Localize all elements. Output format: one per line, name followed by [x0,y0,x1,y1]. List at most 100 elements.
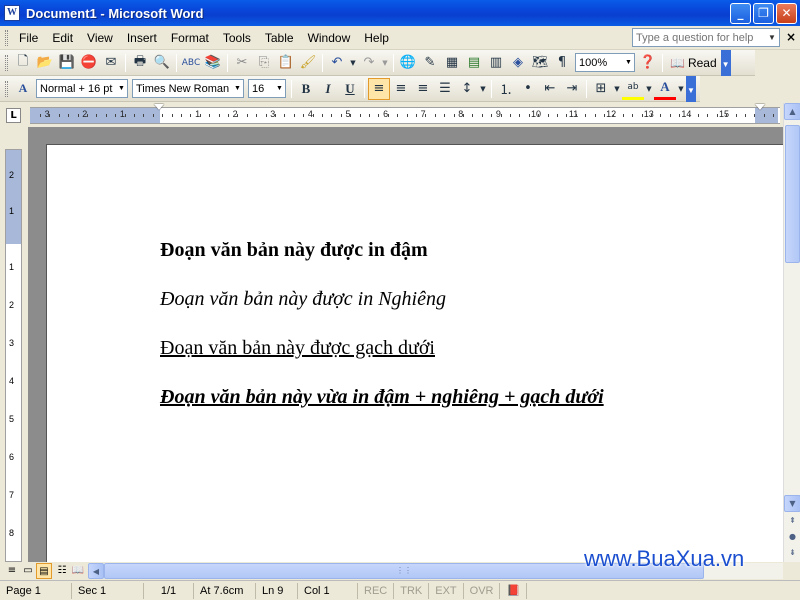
menu-insert[interactable]: Insert [120,29,164,47]
document-map-icon[interactable]: 🗺 [529,52,551,74]
web-layout-view-icon[interactable]: ▭ [20,563,36,579]
menu-tools[interactable]: Tools [216,29,258,47]
toolbar-grip[interactable] [5,54,8,71]
line-spacing-icon[interactable]: ↕ [456,78,478,100]
help-search-box[interactable]: ▼ [632,28,780,47]
document-page[interactable]: Đoạn văn bản này được in đậm Đoạn văn bả… [46,144,783,562]
menu-window[interactable]: Window [301,29,358,47]
status-ovr[interactable]: OVR [464,582,501,599]
font-color-icon[interactable]: A [654,78,676,100]
chevron-down-icon[interactable]: ▼ [232,85,243,92]
chevron-down-icon[interactable]: ▼ [623,59,634,66]
help-search-input[interactable] [633,29,765,46]
read-button[interactable]: 📖 Read [666,56,721,70]
status-trk[interactable]: TRK [394,582,430,599]
columns-icon[interactable]: ▥ [485,52,507,74]
scroll-down-icon[interactable]: ▼ [784,495,800,512]
vertical-scrollbar[interactable]: ▲ ▼ ⇞ ● ⇟ [783,103,800,562]
line-spacing-dropdown-icon[interactable]: ▼ [478,78,488,100]
insert-excel-icon[interactable]: ▤ [463,52,485,74]
select-browse-object-icon[interactable]: ● [784,529,800,546]
permission-icon[interactable]: ⛔ [78,52,100,74]
email-icon[interactable]: ✉ [100,52,122,74]
numbering-icon[interactable]: ⒈ [495,78,517,100]
align-right-icon[interactable]: ≡ [412,78,434,100]
cut-icon[interactable]: ✂ [231,52,253,74]
hyperlink-icon[interactable]: 🌐 [397,52,419,74]
chevron-down-icon[interactable]: ▼ [116,85,127,92]
toolbar-grip[interactable] [5,29,8,46]
zoom-select[interactable]: 100% ▼ [575,53,635,72]
paragraph-bold-italic-underline[interactable]: Đoạn văn bản này vừa in đậm + nghiêng + … [160,386,604,409]
insert-table-icon[interactable]: ▦ [441,52,463,74]
horizontal-ruler[interactable]: 3 2 1 1 2 3 4 5 6 7 8 9 10 11 12 13 14 15 [30,104,780,124]
paragraph-italic[interactable]: Đoạn văn bản này được in Nghiêng [160,288,446,311]
italic-button[interactable]: I [317,78,339,100]
status-rec[interactable]: REC [358,582,395,599]
decrease-indent-icon[interactable]: ⇤ [539,78,561,100]
scroll-left-icon[interactable]: ◀ [88,563,104,579]
toolbar-grip[interactable] [5,80,8,97]
menu-help[interactable]: Help [357,29,396,47]
scroll-up-icon[interactable]: ▲ [784,103,800,120]
close-button[interactable]: ✕ [776,3,797,24]
tab-selector[interactable]: L [6,108,21,123]
paragraph-underline[interactable]: Đoạn văn bản này được gạch dưới [160,337,435,360]
redo-icon[interactable]: ↷ [358,52,380,74]
paragraph-bold[interactable]: Đoạn văn bản này được in đậm [160,239,428,262]
tables-borders-icon[interactable]: ✎ [419,52,441,74]
help-icon[interactable]: ❓ [637,52,659,74]
undo-icon[interactable]: ↶ [326,52,348,74]
previous-page-icon[interactable]: ⇞ [784,513,800,530]
align-center-icon[interactable]: ≡ [390,78,412,100]
vertical-ruler[interactable]: 2 1 1 2 3 4 5 6 7 8 [5,149,22,562]
bold-button[interactable]: B [295,78,317,100]
minimize-button[interactable]: _ [730,3,751,24]
spelling-icon[interactable]: ABC [180,52,202,74]
font-select[interactable]: Times New Roman ▼ [132,79,244,98]
normal-view-icon[interactable]: ≡ [4,563,20,579]
right-indent-marker[interactable] [755,104,765,110]
borders-icon[interactable]: ⊞ [590,78,612,100]
status-ext[interactable]: EXT [429,582,464,599]
styles-formatting-icon[interactable]: A [12,78,34,100]
print-preview-icon[interactable]: 🔍 [151,52,173,74]
borders-dropdown-icon[interactable]: ▼ [612,78,622,100]
next-page-icon[interactable]: ⇟ [784,545,800,562]
bullets-icon[interactable]: • [517,78,539,100]
new-document-icon[interactable]: 🗋 [12,52,34,74]
redo-dropdown-icon[interactable]: ▼ [380,52,390,74]
print-layout-view-icon[interactable]: ▤ [36,563,52,579]
increase-indent-icon[interactable]: ⇥ [561,78,583,100]
menu-table[interactable]: Table [258,29,301,47]
highlight-dropdown-icon[interactable]: ▼ [644,78,654,100]
undo-dropdown-icon[interactable]: ▼ [348,52,358,74]
show-hide-icon[interactable]: ¶ [551,52,573,74]
reading-layout-view-icon[interactable]: 📖 [70,563,86,579]
close-document-icon[interactable]: × [786,30,796,44]
menu-file[interactable]: File [12,29,45,47]
first-line-indent-marker[interactable] [154,104,164,110]
spelling-status-icon[interactable]: 📕 [500,582,528,599]
menu-edit[interactable]: Edit [45,29,80,47]
paste-icon[interactable]: 📋 [275,52,297,74]
menu-format[interactable]: Format [164,29,216,47]
maximize-button[interactable]: ❐ [753,3,774,24]
highlight-icon[interactable]: ab [622,78,644,100]
font-size-select[interactable]: 16 ▼ [248,79,286,98]
word-app-icon[interactable]: W [4,5,20,21]
toolbar-options-icon[interactable]: ▼ [686,75,696,102]
print-icon[interactable]: 🖶 [129,52,151,74]
open-folder-icon[interactable]: 📂 [34,52,56,74]
vertical-scroll-thumb[interactable] [785,125,800,263]
justify-icon[interactable]: ☰ [434,78,456,100]
menu-view[interactable]: View [80,29,120,47]
font-color-dropdown-icon[interactable]: ▼ [676,78,686,100]
chevron-down-icon[interactable]: ▼ [765,33,779,42]
toolbar-options-icon[interactable]: ▼ [720,49,731,76]
research-icon[interactable]: 📚 [202,52,224,74]
chevron-down-icon[interactable]: ▼ [274,85,285,92]
save-icon[interactable]: 💾 [56,52,78,74]
align-left-icon[interactable]: ≡ [368,77,390,100]
outline-view-icon[interactable]: ☷ [54,563,70,579]
